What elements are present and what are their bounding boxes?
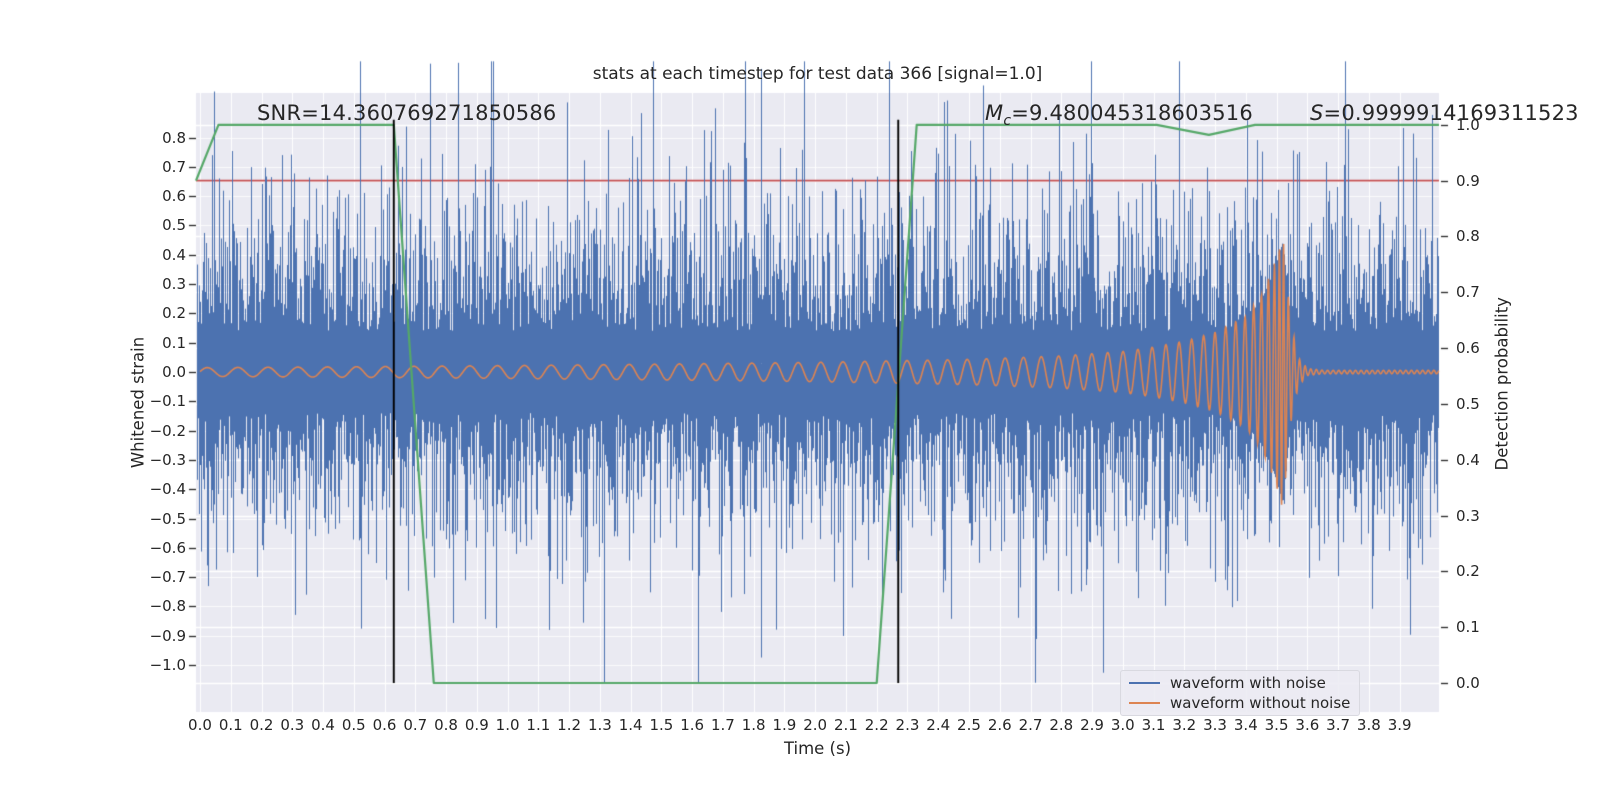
y-right-tick-label: 0.0: [1456, 673, 1480, 692]
y-left-tick-label: −0.3: [149, 450, 186, 469]
y-left-tick-label: −0.9: [149, 626, 186, 645]
y-right-tick-label: 0.1: [1456, 618, 1480, 637]
y-left-tick-label: 0.3: [162, 275, 186, 294]
legend-item-noise: waveform with noise: [1121, 673, 1359, 693]
y-right-tick-label: 0.7: [1456, 283, 1480, 302]
y-left-tick-label: 0.2: [162, 304, 186, 323]
y-left-tick-label: 0.4: [162, 245, 186, 264]
annotation-chirp-mass-prefix: M: [985, 101, 1004, 125]
y-right-tick-label: 0.4: [1456, 450, 1480, 469]
y-right-tick-label: 0.9: [1456, 171, 1480, 190]
legend-swatch-signal: [1129, 702, 1160, 705]
y-left-tick-label: −0.4: [149, 480, 186, 499]
y-left-tick-label: 0.5: [162, 216, 186, 235]
y-right-tick-label: 0.3: [1456, 506, 1480, 525]
y-left-tick-label: 0.7: [162, 157, 186, 176]
x-axis-label: Time (s): [783, 739, 852, 758]
y-left-tick-label: −0.8: [149, 597, 186, 616]
figure: stats at each timestep for test data 366…: [0, 0, 1600, 800]
y-right-tick-label: 0.8: [1456, 227, 1480, 246]
y-left-tick-label: 0.0: [162, 363, 186, 382]
y-left-tick-label: −0.2: [149, 421, 186, 440]
annotation-score-value: =0.9999914169311523: [1323, 101, 1579, 125]
annotation-score: S=0.9999914169311523: [1310, 101, 1579, 125]
y-right-tick-label: 1.0: [1456, 115, 1480, 134]
y-left-tick-label: 0.1: [162, 333, 186, 352]
y-right-tick-label: 0.6: [1456, 339, 1480, 358]
y-axis-label-right: Detection probability: [1492, 297, 1512, 471]
y-left-tick-label: −0.7: [149, 568, 186, 587]
annotation-snr-prefix: SNR: [257, 101, 302, 125]
y-right-tick-label: 0.5: [1456, 394, 1480, 413]
y-right-tick-label: 0.2: [1456, 562, 1480, 581]
legend-label-noise: waveform with noise: [1170, 673, 1326, 692]
annotation-snr-value: =14.360769271850586: [301, 101, 557, 125]
annotation-snr: SNR=14.360769271850586: [257, 101, 556, 125]
legend-item-signal: waveform without noise: [1121, 693, 1359, 713]
legend-label-signal: waveform without noise: [1170, 694, 1351, 713]
y-left-tick-label: 0.8: [162, 128, 186, 147]
annotation-chirp-mass: Mc=9.480045318603516: [985, 101, 1253, 129]
annotation-chirp-mass-value: =9.480045318603516: [1011, 101, 1253, 125]
annotation-score-prefix: S: [1310, 101, 1324, 125]
y-left-tick-label: −0.5: [149, 509, 186, 528]
chart-title: stats at each timestep for test data 366…: [592, 64, 1043, 84]
legend-swatch-noise: [1129, 681, 1160, 684]
legend: waveform with noise waveform without noi…: [1120, 670, 1360, 716]
y-left-tick-label: −1.0: [149, 656, 186, 675]
y-left-tick-label: 0.6: [162, 187, 186, 206]
y-left-tick-label: −0.1: [149, 392, 186, 411]
x-tick-label: 3.9: [1387, 716, 1412, 734]
y-left-tick-label: −0.6: [149, 538, 186, 557]
